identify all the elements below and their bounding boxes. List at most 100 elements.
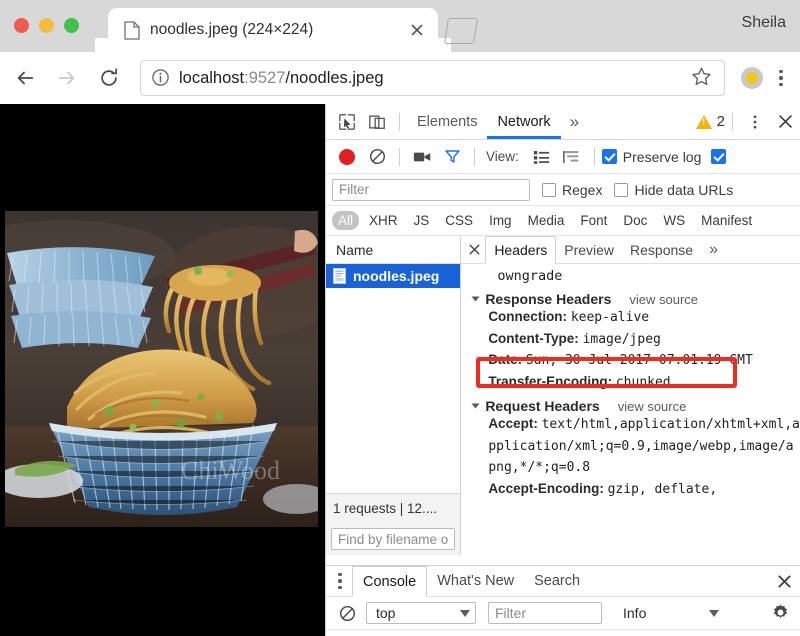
back-icon[interactable] <box>10 63 40 93</box>
console-output <box>326 629 800 636</box>
devtools-close-icon[interactable] <box>770 107 800 137</box>
type-filter-manifest[interactable]: Manifest <box>695 211 758 230</box>
address-bar[interactable]: localhost:9527/noodles.jpeg <box>140 60 725 96</box>
type-filter-js[interactable]: JS <box>408 211 436 230</box>
type-filter-doc[interactable]: Doc <box>617 211 653 230</box>
header-key: Date: <box>488 352 523 367</box>
header-value: gzip, deflate, <box>607 481 718 497</box>
type-filter-img[interactable]: Img <box>483 211 518 230</box>
warning-indicator[interactable]: 2 <box>695 113 725 130</box>
inspect-element-icon[interactable] <box>332 107 362 137</box>
header-row: Accept: text/html,application/xhtml+xml,… <box>461 414 800 479</box>
chevron-down-icon <box>471 296 480 302</box>
navigation-toolbar: localhost:9527/noodles.jpeg <box>0 52 800 104</box>
tab-console[interactable]: Console <box>352 566 428 597</box>
minimize-window-button[interactable] <box>39 18 54 33</box>
filter-input[interactable]: Filter <box>332 178 530 201</box>
divider <box>732 112 733 131</box>
console-context-value: top <box>376 605 396 621</box>
find-by-filename-input[interactable]: Find by filename o <box>331 528 456 550</box>
clear-console-icon[interactable] <box>332 598 362 628</box>
device-toolbar-icon[interactable] <box>362 107 392 137</box>
drawer-menu-icon[interactable] <box>328 567 352 595</box>
disable-cache-checkbox[interactable] <box>711 149 727 164</box>
resource-type-filters: All XHR JS CSS Img Media Font Doc WS Man… <box>326 206 800 236</box>
clear-icon[interactable] <box>362 142 392 172</box>
document-icon <box>124 20 140 40</box>
profile-avatar[interactable] <box>741 67 763 89</box>
hide-data-urls-checkbox[interactable] <box>614 182 629 197</box>
column-header-name[interactable]: Name <box>326 236 461 264</box>
type-filter-media[interactable]: Media <box>522 211 571 230</box>
regex-checkbox[interactable] <box>542 182 556 197</box>
tab-elements[interactable]: Elements <box>407 104 487 139</box>
title-bar: noodles.jpeg (224×224) Sheila <box>0 0 800 52</box>
tab-preview[interactable]: Preview <box>556 236 622 263</box>
header-value: keep-alive <box>570 310 650 325</box>
tab-response[interactable]: Response <box>622 236 701 263</box>
hide-data-urls-label: Hide data URLs <box>634 181 734 198</box>
console-level-value: Info <box>623 605 647 621</box>
detail-more-tabs-icon[interactable]: » <box>701 241 726 259</box>
preserve-log-checkbox[interactable] <box>601 149 617 164</box>
drawer-tabbar: Console What's New Search <box>326 566 800 597</box>
view-source-link[interactable]: view source <box>618 399 687 414</box>
detail-tabbar: Headers Preview Response » <box>461 236 800 264</box>
table-row[interactable]: noodles.jpeg <box>326 264 461 288</box>
type-filter-css[interactable]: CSS <box>439 211 479 230</box>
close-window-button[interactable] <box>14 18 29 33</box>
tab-search[interactable]: Search <box>524 566 590 596</box>
type-filter-font[interactable]: Font <box>574 211 613 230</box>
console-context-select[interactable]: top <box>366 602 476 624</box>
request-list-pane: Name noodles.jpeg 1 requests | 12.... Fi… <box>326 236 462 555</box>
reload-icon[interactable] <box>94 63 124 93</box>
file-image-icon <box>333 268 346 284</box>
console-filter-input[interactable]: Filter <box>488 602 602 624</box>
header-row: Date: Sun, 30 Jul 2017 07:01:19 GMT <box>461 350 800 372</box>
info-icon[interactable] <box>151 68 171 88</box>
tab-headers[interactable]: Headers <box>485 236 557 264</box>
divider <box>593 147 595 166</box>
type-filter-all[interactable]: All <box>332 211 360 230</box>
close-icon[interactable] <box>406 19 428 41</box>
drawer-close-icon[interactable] <box>776 573 793 590</box>
header-continuation: owngrade <box>497 268 563 284</box>
section-response-headers[interactable]: Response Headers view source <box>461 291 800 307</box>
type-filter-ws[interactable]: WS <box>657 211 691 230</box>
detail-close-icon[interactable] <box>463 243 485 256</box>
network-toolbar: View: Preserve log <box>326 140 800 174</box>
kebab-menu-icon[interactable] <box>770 65 792 91</box>
list-view-icon[interactable] <box>527 142 557 172</box>
camera-icon[interactable] <box>407 142 437 172</box>
funnel-icon[interactable] <box>437 142 467 172</box>
new-tab-button[interactable] <box>443 18 479 44</box>
gear-icon[interactable] <box>771 603 791 623</box>
network-summary: 1 requests | 12.... <box>326 493 461 523</box>
star-icon[interactable] <box>690 65 716 91</box>
section-request-headers[interactable]: Request Headers view source <box>461 398 800 414</box>
type-filter-xhr[interactable]: XHR <box>363 211 404 230</box>
console-level-select[interactable]: Info <box>614 602 724 624</box>
divider <box>399 112 400 131</box>
header-row: Connection: keep-alive <box>461 307 800 329</box>
tab-network[interactable]: Network <box>487 104 560 139</box>
warning-triangle-icon <box>695 114 712 129</box>
header-value: image/jpeg <box>582 331 661 347</box>
tab-whats-new[interactable]: What's New <box>427 566 524 596</box>
devtools-settings-icon[interactable] <box>740 107 770 137</box>
header-value: chunked <box>615 374 671 390</box>
waterfall-view-icon[interactable] <box>557 142 587 172</box>
request-list: noodles.jpeg <box>326 264 461 493</box>
console-toolbar: top Filter Info <box>326 597 800 629</box>
browser-tab[interactable]: noodles.jpeg (224×224) <box>95 8 451 52</box>
header-value: Sun, 30 Jul 2017 07:01:19 GMT <box>525 353 753 368</box>
more-tabs-icon[interactable]: » <box>561 104 588 139</box>
devtools-drawer: Console What's New Search top Filter Inf… <box>326 565 800 636</box>
header-key: Content-Type: <box>488 330 579 346</box>
header-key: Accept-Encoding: <box>488 480 604 496</box>
record-button[interactable] <box>332 142 362 172</box>
maximize-window-button[interactable] <box>64 18 79 33</box>
url-host: localhost <box>179 68 245 87</box>
profile-name[interactable]: Sheila <box>742 14 786 32</box>
view-source-link[interactable]: view source <box>629 292 698 307</box>
